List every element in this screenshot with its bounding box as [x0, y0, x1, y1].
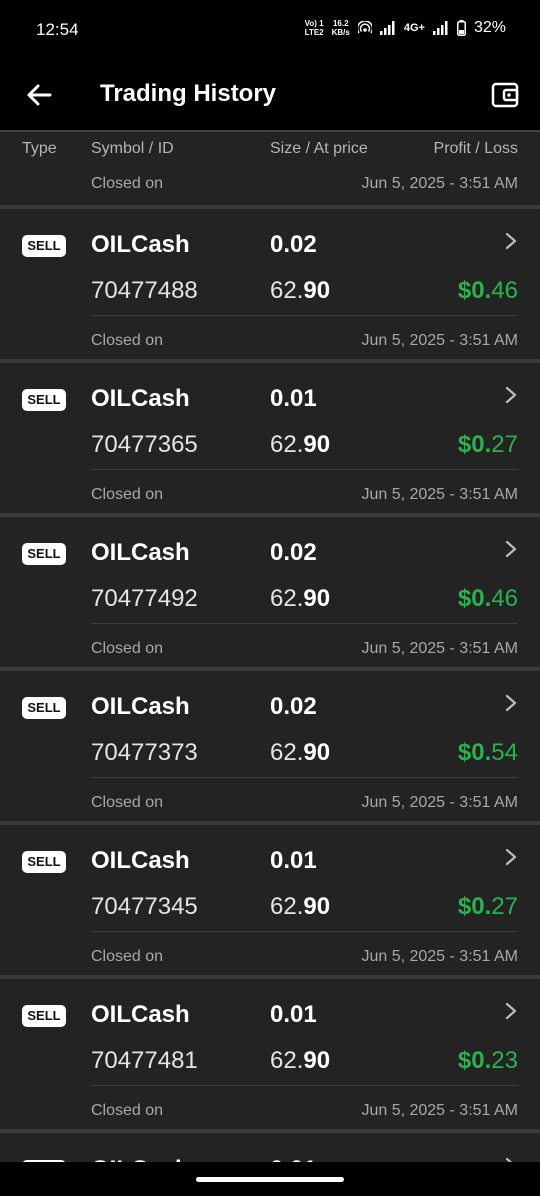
- network-speed: 16.2 KB/s: [331, 19, 350, 37]
- hotspot-icon: [357, 21, 372, 35]
- row-separator: [0, 1129, 540, 1133]
- trade-symbol: OILCash: [91, 385, 190, 412]
- closed-label: Closed on: [91, 948, 164, 965]
- trade-id: 70477373: [91, 739, 198, 766]
- signal-2-icon: [432, 21, 449, 35]
- trade-profit: $0.27: [457, 431, 518, 458]
- trade-profit: $0.46: [457, 277, 518, 304]
- trade-size: 0.02: [270, 539, 317, 566]
- closed-label: Closed on: [91, 1102, 164, 1119]
- column-profit: Profit / Loss: [433, 140, 518, 157]
- trade-type-badge: SELL: [22, 851, 66, 873]
- trade-symbol: OILCash: [91, 847, 190, 874]
- page-title: Trading History: [100, 80, 277, 107]
- trade-card[interactable]: SELL OILCash 0.01 70477481 62.90 $0.23 Closed …: [0, 979, 540, 1129]
- chevron-right-icon: [505, 232, 517, 250]
- closed-date: Jun 5, 2025 - 3:51 AM: [361, 948, 518, 965]
- closed-label: Closed on: [91, 640, 164, 657]
- closed-date: Jun 5, 2025 - 3:51 AM: [361, 332, 518, 349]
- trade-profit: $0.23: [457, 1047, 518, 1074]
- trade-card[interactable]: SELL OILCash 0.01 70477345 62.90 $0.27 Closed …: [0, 825, 540, 975]
- trade-size: 0.01: [270, 1001, 317, 1028]
- trade-type-badge: SELL: [22, 543, 66, 565]
- trade-size: 0.02: [270, 693, 317, 720]
- trade-id: 70477345: [91, 893, 198, 920]
- trade-id: 70477488: [91, 277, 198, 304]
- battery-percent: 32%: [473, 19, 506, 36]
- closed-label: Closed on: [91, 794, 164, 811]
- status-icons: Vo) 1 LTE2 16.2 KB/s 4G+ 32%: [305, 19, 506, 37]
- trade-price: 62.90: [270, 893, 331, 920]
- trade-price: 62.90: [270, 431, 331, 458]
- trade-symbol: OILCash: [91, 231, 190, 258]
- status-bar: 12:54 Vo) 1 LTE2 16.2 KB/s 4G+ 32%: [0, 0, 540, 60]
- card-divider: [91, 315, 518, 316]
- trade-id: 70477365: [91, 431, 198, 458]
- trade-profit: $0.54: [457, 739, 518, 766]
- network-type: 4G+: [403, 22, 425, 34]
- trade-type-badge: SELL: [22, 389, 66, 411]
- back-arrow-icon[interactable]: [24, 80, 54, 110]
- trade-card[interactable]: SELL OILCash 0.01 70477365 62.90 $0.27 Closed …: [0, 363, 540, 513]
- trade-symbol: OILCash: [91, 1001, 190, 1028]
- chevron-right-icon: [505, 540, 517, 558]
- trade-symbol: OILCash: [91, 693, 190, 720]
- trade-price: 62.90: [270, 1047, 331, 1074]
- closed-date: Jun 5, 2025 - 3:51 AM: [361, 486, 518, 503]
- trade-type-badge: SELL: [22, 1005, 66, 1027]
- trade-price: 62.90: [270, 585, 331, 612]
- card-divider: [91, 1085, 518, 1086]
- volte-indicator: Vo) 1 LTE2: [304, 19, 324, 37]
- app-bar-divider: [0, 130, 540, 132]
- battery-icon: [456, 20, 466, 36]
- wallet-icon[interactable]: [490, 80, 520, 110]
- trade-price: 62.90: [270, 739, 331, 766]
- closed-date: Jun 5, 2025 - 3:51 AM: [361, 794, 518, 811]
- chevron-right-icon: [505, 848, 517, 866]
- card-divider: [91, 623, 518, 624]
- trade-card[interactable]: SELL OILCash 0.02 70477488 62.90 $0.46 Closed …: [0, 209, 540, 359]
- trade-size: 0.01: [270, 385, 317, 412]
- app-bar: Trading History: [0, 60, 540, 130]
- trade-profit: $0.27: [457, 893, 518, 920]
- card-divider: [91, 931, 518, 932]
- trade-size: 0.02: [270, 231, 317, 258]
- home-handle[interactable]: [196, 1177, 344, 1182]
- closed-date: Jun 5, 2025 - 3:51 AM: [361, 175, 518, 192]
- closed-label: Closed on: [91, 486, 164, 503]
- trade-type-badge: SELL: [22, 235, 66, 257]
- trade-card[interactable]: SELL OILCash 0.02 70477492 62.90 $0.46 Closed …: [0, 517, 540, 667]
- trade-price: 62.90: [270, 277, 331, 304]
- trade-type-badge: SELL: [22, 697, 66, 719]
- chevron-right-icon: [505, 386, 517, 404]
- trade-id: 70477481: [91, 1047, 198, 1074]
- closed-date: Jun 5, 2025 - 3:51 AM: [361, 1102, 518, 1119]
- card-divider: [91, 777, 518, 778]
- trade-profit: $0.46: [457, 585, 518, 612]
- chevron-right-icon: [505, 1002, 517, 1020]
- nav-bar: [0, 1162, 540, 1196]
- column-type: Type: [22, 140, 57, 157]
- trade-size: 0.01: [270, 847, 317, 874]
- card-divider: [91, 469, 518, 470]
- closed-label: Closed on: [91, 175, 164, 192]
- closed-label: Closed on: [91, 332, 164, 349]
- trade-symbol: OILCash: [91, 539, 190, 566]
- closed-date: Jun 5, 2025 - 3:51 AM: [361, 640, 518, 657]
- signal-icon: [379, 21, 396, 35]
- column-symbol: Symbol / ID: [91, 140, 174, 157]
- status-time: 12:54: [36, 20, 79, 39]
- trade-card-partial[interactable]: SELL OILCash 0.01: [0, 1134, 540, 1164]
- column-size: Size / At price: [270, 140, 368, 157]
- trade-card[interactable]: SELL OILCash 0.02 70477373 62.90 $0.54 Closed …: [0, 671, 540, 821]
- chevron-right-icon: [505, 694, 517, 712]
- trade-id: 70477492: [91, 585, 198, 612]
